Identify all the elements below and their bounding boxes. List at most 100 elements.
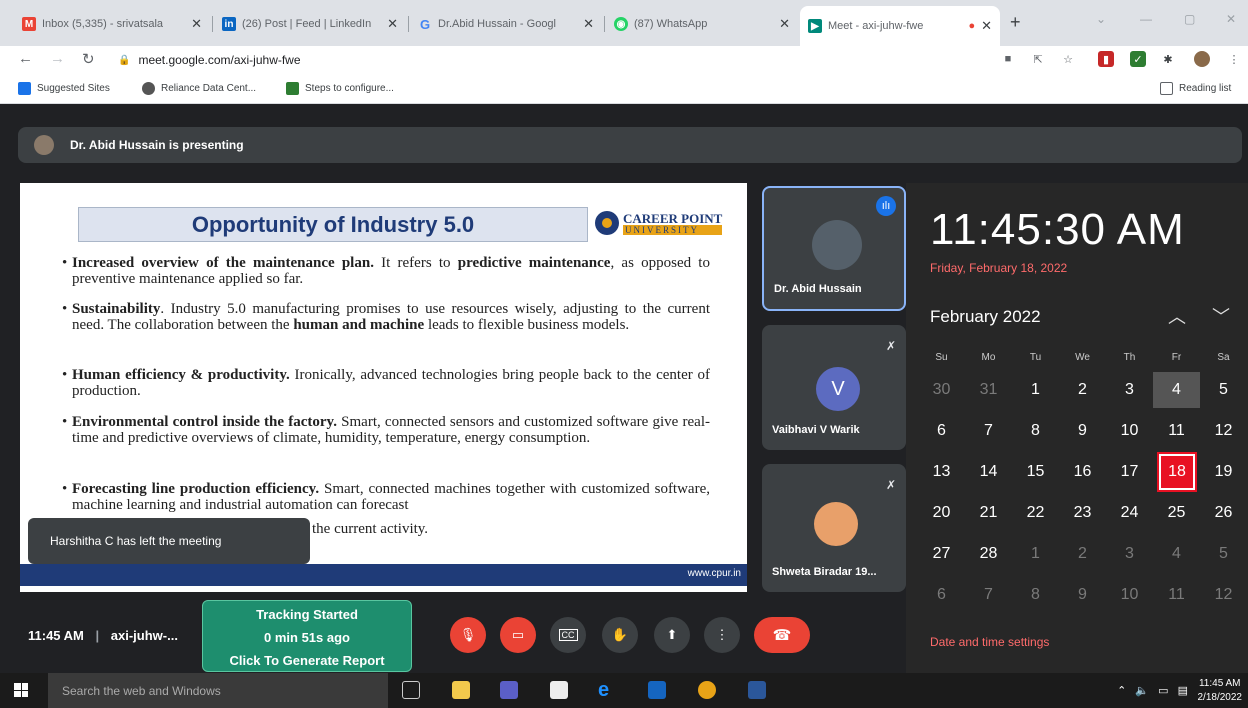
new-tab-button[interactable]: + — [1010, 12, 1021, 33]
participant-tile[interactable]: ✗ V Vaibhavi V Warik — [762, 325, 906, 450]
calendar-day[interactable]: 15 — [1012, 454, 1059, 490]
calendar-day[interactable]: 24 — [1106, 495, 1153, 531]
calendar-day[interactable]: 6 — [918, 413, 965, 449]
close-icon[interactable]: ✕ — [387, 16, 398, 32]
calendar-day[interactable]: 7 — [965, 413, 1012, 449]
tab-search-icon[interactable]: ⌄ — [1096, 12, 1106, 26]
bookmark-star-icon[interactable]: ☆ — [1060, 51, 1076, 67]
close-icon[interactable]: ✕ — [191, 16, 202, 32]
windows-start-icon[interactable] — [14, 683, 28, 697]
end-call-button[interactable]: ☎ — [754, 617, 810, 653]
menu-icon[interactable]: ⋮ — [1226, 51, 1242, 67]
back-icon[interactable]: ← — [18, 50, 33, 67]
calendar-day[interactable]: 8 — [1012, 577, 1059, 613]
calendar-day[interactable]: 20 — [918, 495, 965, 531]
calendar-day[interactable]: 28 — [965, 536, 1012, 572]
file-explorer-icon[interactable] — [452, 681, 470, 699]
calendar-day[interactable]: 4 — [1153, 371, 1200, 408]
calendar-day[interactable]: 23 — [1059, 495, 1106, 531]
taskbar-search-box[interactable]: Search the web and Windows — [48, 673, 388, 708]
extension-check-icon[interactable]: ✓ — [1130, 51, 1146, 67]
date-time-settings-link[interactable]: Date and time settings — [930, 635, 1049, 649]
chevron-down-icon[interactable]: ﹀ — [1212, 303, 1230, 329]
calendar-day[interactable]: 19 — [1200, 454, 1247, 490]
raise-hand-button[interactable]: ✋ — [602, 617, 638, 653]
tab-meet[interactable]: ▶ Meet - axi-juhw-fwe ● ✕ — [800, 6, 1000, 46]
calendar-day[interactable]: 11 — [1153, 577, 1200, 613]
calendar-day[interactable]: 17 — [1106, 454, 1153, 490]
calendar-day[interactable]: 22 — [1012, 495, 1059, 531]
calendar-day[interactable]: 10 — [1106, 577, 1153, 613]
calendar-day[interactable]: 31 — [965, 372, 1012, 408]
calendar-day[interactable]: 10 — [1106, 413, 1153, 449]
window-close-icon[interactable]: ✕ — [1226, 12, 1236, 26]
extension-icon[interactable]: ▮ — [1098, 51, 1114, 67]
chevron-up-icon[interactable]: ︿ — [1168, 303, 1186, 329]
maximize-icon[interactable]: ▢ — [1184, 12, 1195, 26]
calendar-day[interactable]: 9 — [1059, 413, 1106, 449]
app-icon[interactable] — [648, 681, 666, 699]
calendar-day[interactable]: 8 — [1012, 413, 1059, 449]
calendar-day[interactable]: 1 — [1012, 372, 1059, 408]
calendar-day[interactable]: 2 — [1059, 536, 1106, 572]
calendar-day[interactable]: 21 — [965, 495, 1012, 531]
calendar-day[interactable]: 7 — [965, 577, 1012, 613]
calendar-day[interactable]: 4 — [1153, 536, 1200, 572]
calendar-day[interactable]: 1 — [1012, 536, 1059, 572]
calendar-day[interactable]: 25 — [1153, 495, 1200, 531]
participant-tile[interactable]: ılı Dr. Abid Hussain — [762, 186, 906, 311]
word-icon[interactable] — [748, 681, 766, 699]
calendar-day[interactable]: 12 — [1200, 413, 1247, 449]
reload-icon[interactable]: ↻ — [82, 50, 95, 68]
profile-avatar[interactable] — [1194, 51, 1210, 67]
calendar-day[interactable]: 16 — [1059, 454, 1106, 490]
calendar-day[interactable]: 18 — [1157, 451, 1197, 492]
calendar-day[interactable]: 2 — [1059, 372, 1106, 408]
calendar-day[interactable]: 3 — [1106, 372, 1153, 408]
volume-icon[interactable]: 🔈 — [1135, 685, 1149, 697]
teams-icon[interactable] — [500, 681, 518, 699]
calendar-month[interactable]: February 2022 — [930, 307, 1041, 327]
mic-off-button[interactable]: 🎙 — [450, 617, 486, 653]
task-view-icon[interactable] — [402, 681, 420, 699]
tab-linkedin[interactable]: in (26) Post | Feed | LinkedIn ✕ — [214, 8, 406, 40]
calendar-day[interactable]: 12 — [1200, 577, 1247, 613]
calendar-day[interactable]: 11 — [1153, 413, 1200, 449]
chevron-up-icon[interactable]: ⌃ — [1117, 685, 1126, 697]
calendar-day[interactable]: 30 — [918, 372, 965, 408]
calendar-day[interactable]: 13 — [918, 454, 965, 490]
system-tray[interactable]: ⌃ 🔈 ▭ ▤ — [1117, 684, 1188, 697]
bookmark-steps[interactable]: Steps to configure... — [286, 82, 394, 95]
present-button[interactable]: ⬆ — [654, 617, 690, 653]
chrome-icon[interactable] — [698, 681, 716, 699]
reading-list[interactable]: Reading list — [1160, 82, 1231, 95]
calendar-day[interactable]: 3 — [1106, 536, 1153, 572]
calendar-day[interactable]: 26 — [1200, 495, 1247, 531]
tab-google[interactable]: G Dr.Abid Hussain - Googl ✕ — [410, 8, 602, 40]
calendar-day[interactable]: 5 — [1200, 372, 1247, 408]
store-icon[interactable] — [550, 681, 568, 699]
calendar-day[interactable]: 9 — [1059, 577, 1106, 613]
captions-button[interactable]: CC — [550, 617, 586, 653]
close-icon[interactable]: ✕ — [583, 16, 594, 32]
tab-whatsapp[interactable]: ◉ (87) WhatsApp ✕ — [606, 8, 798, 40]
battery-icon[interactable]: ▭ — [1158, 685, 1168, 697]
tab-gmail[interactable]: M Inbox (5,335) - srivatsala ✕ — [14, 8, 210, 40]
minimize-icon[interactable]: — — [1140, 12, 1152, 26]
calendar-day[interactable]: 6 — [918, 577, 965, 613]
calendar-day[interactable]: 5 — [1200, 536, 1247, 572]
address-bar[interactable]: 🔒 meet.google.com/axi-juhw-fwe — [118, 49, 998, 71]
share-icon[interactable]: ⇱ — [1030, 51, 1046, 67]
camera-off-button[interactable]: ▭ — [500, 617, 536, 653]
calendar-day[interactable]: 27 — [918, 536, 965, 572]
participant-tile[interactable]: ✗ Shweta Biradar 19... — [762, 464, 906, 592]
close-icon[interactable]: ✕ — [779, 16, 790, 32]
meeting-code[interactable]: axi-juhw-... — [111, 628, 178, 643]
camera-icon[interactable]: ■ — [1000, 51, 1016, 67]
clock-date[interactable]: Friday, February 18, 2022 — [930, 261, 1067, 275]
bookmark-suggested-sites[interactable]: Suggested Sites — [18, 82, 110, 95]
forward-icon[interactable]: → — [50, 50, 65, 67]
edge-icon[interactable]: e — [598, 680, 616, 700]
close-icon[interactable]: ✕ — [981, 18, 992, 34]
extensions-puzzle-icon[interactable]: ✱ — [1160, 51, 1176, 67]
